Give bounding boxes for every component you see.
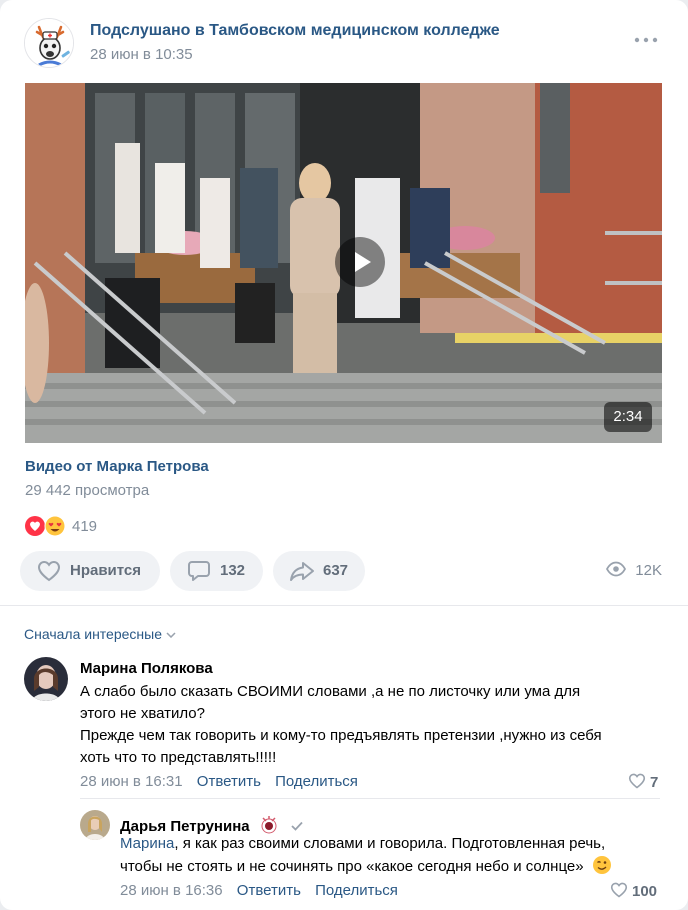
heart-outline-icon (628, 773, 646, 789)
comment-date[interactable]: 28 июн в 16:31 (80, 773, 183, 790)
video-views: 29 442 просмотра (25, 482, 150, 499)
comments-count: 132 (220, 562, 246, 579)
commenter-avatar[interactable] (24, 657, 68, 701)
comment-line: чтобы не стоять и не сочинять про «какое… (120, 858, 584, 875)
comment-button[interactable]: 132 (170, 551, 263, 591)
comment-line: хоть что то представлять!!!!! (80, 749, 277, 766)
group-name-link[interactable]: Подслушано в Тамбовском медицинском колл… (90, 22, 500, 40)
post-header: Подслушано в Тамбовском медицинском колл… (24, 16, 668, 70)
comment-meta: 28 июн в 16:31 Ответить Поделиться (80, 773, 358, 790)
comment-line: А слабо было сказать СВОИМИ словами ,а н… (80, 683, 581, 700)
comment-icon (188, 561, 210, 581)
heart-outline-icon (37, 560, 61, 582)
comment-meta: 28 июн в 16:36 Ответить Поделиться (120, 882, 398, 899)
like-label: Нравится (70, 562, 142, 579)
share-comment-button[interactable]: Поделиться (315, 882, 398, 899)
comment: Марина Полякова А слабо было сказать СВО… (24, 657, 664, 797)
sort-label: Сначала интересные (24, 626, 162, 642)
play-icon (355, 252, 371, 272)
comment-like-count: 100 (632, 883, 658, 900)
like-button[interactable]: Нравится (20, 551, 160, 591)
share-comment-button[interactable]: Поделиться (275, 773, 358, 790)
comment-like-count: 7 (650, 774, 659, 791)
reply-button[interactable]: Ответить (237, 882, 301, 899)
divider (80, 798, 660, 799)
eye-icon (606, 561, 626, 577)
group-avatar[interactable] (24, 18, 74, 68)
chevron-down-icon (166, 632, 176, 639)
heart-eyes-reaction-icon (44, 515, 66, 537)
mention-link[interactable]: Марина (120, 835, 174, 852)
commenter-avatar[interactable] (80, 810, 110, 840)
checkmark-icon (291, 821, 303, 831)
share-arrow-icon (290, 562, 314, 581)
reaction-count[interactable]: 419 (72, 518, 97, 535)
reply-button[interactable]: Ответить (197, 773, 261, 790)
comment-author[interactable]: Марина Полякова (80, 660, 213, 677)
post-card: Подслушано в Тамбовском медицинском колл… (0, 0, 688, 910)
shares-count: 637 (323, 562, 349, 579)
heart-outline-icon (610, 882, 628, 898)
comment-text: Марина, я как раз своими словами и говор… (120, 833, 664, 878)
divider (0, 605, 688, 606)
play-button[interactable] (335, 237, 385, 287)
comments-sort-dropdown[interactable]: Сначала интересные (24, 626, 176, 642)
post-date[interactable]: 28 июн в 10:35 (90, 46, 193, 63)
reactions-summary[interactable] (24, 515, 70, 537)
comment-date[interactable]: 28 июн в 16:36 (120, 882, 223, 899)
views-count: 12K (635, 562, 662, 579)
comment-line: , я как раз своими словами и говорила. П… (174, 835, 606, 852)
heart-reaction-icon (25, 516, 45, 536)
reply-comment: Дарья Петрунина Марина, я как раз своими… (80, 810, 664, 905)
share-button[interactable]: 637 (273, 551, 365, 591)
more-options-icon[interactable] (634, 34, 658, 46)
video-duration: 2:34 (604, 402, 652, 432)
winking-face-icon (592, 856, 611, 874)
video-player[interactable]: 2:34 (25, 83, 662, 443)
video-title-link[interactable]: Видео от Марка Петрова (25, 458, 209, 475)
comment-text: А слабо было сказать СВОИМИ словами ,а н… (80, 681, 670, 769)
comment-line: Прежде чем так говорить и кому-то предъя… (80, 727, 602, 744)
comment-line: этого не хватило? (80, 705, 205, 722)
comment-like-button[interactable]: 7 (628, 773, 658, 791)
comment-like-button[interactable]: 100 (610, 882, 657, 900)
